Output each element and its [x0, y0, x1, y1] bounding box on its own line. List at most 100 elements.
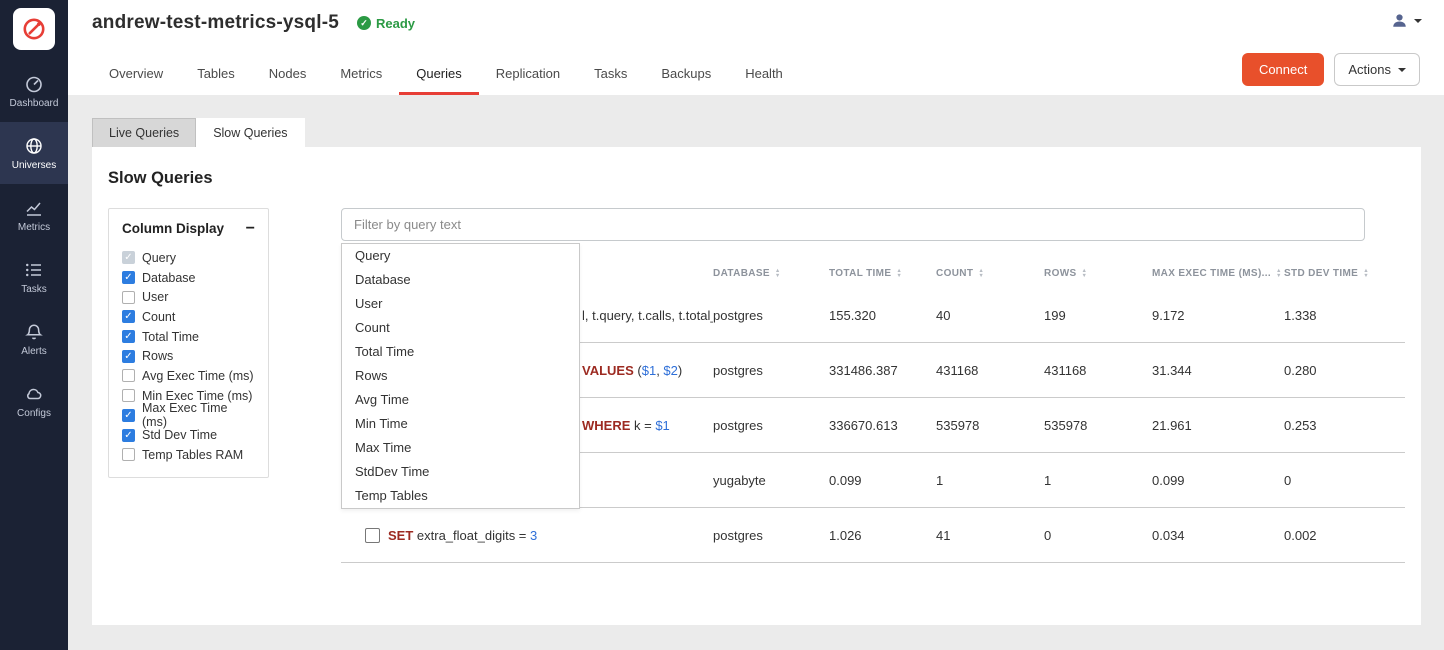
- query-segment: WHERE: [582, 418, 630, 433]
- caret-down-icon: [1414, 19, 1422, 23]
- logo-icon: [21, 16, 47, 42]
- query-segment: ): [678, 363, 682, 378]
- sort-icon: ▲▼: [896, 269, 902, 278]
- query-text: VALUES ($1, $2): [582, 363, 682, 378]
- checkbox[interactable]: [122, 369, 135, 382]
- checkbox[interactable]: [122, 409, 135, 422]
- column-header-label: DATABASE: [713, 268, 770, 279]
- dropdown-item-rows[interactable]: Rows: [342, 364, 579, 388]
- column-display-title: Column Display: [122, 221, 224, 236]
- column-option-temp-tables-ram[interactable]: Temp Tables RAM: [122, 445, 255, 465]
- column-option-database[interactable]: Database: [122, 268, 255, 288]
- query-segment: l, t.query, t.calls, t.total_...: [582, 308, 713, 323]
- sort-icon: ▲▼: [775, 269, 781, 278]
- dropdown-item-avg-time[interactable]: Avg Time: [342, 388, 579, 412]
- sidebar-item-dashboard[interactable]: Dashboard: [0, 60, 68, 122]
- tab-tables[interactable]: Tables: [180, 56, 252, 95]
- sidebar-item-label: Metrics: [18, 222, 50, 233]
- tab-metrics[interactable]: Metrics: [323, 56, 399, 95]
- checkbox[interactable]: [122, 350, 135, 363]
- filter-dropdown: QueryDatabaseUserCountTotal TimeRowsAvg …: [341, 243, 580, 509]
- dropdown-item-max-time[interactable]: Max Time: [342, 436, 579, 460]
- tab-replication[interactable]: Replication: [479, 56, 577, 95]
- column-option-avg-exec-time-ms[interactable]: Avg Exec Time (ms): [122, 366, 255, 386]
- dropdown-item-database[interactable]: Database: [342, 268, 579, 292]
- tab-tasks[interactable]: Tasks: [577, 56, 644, 95]
- dropdown-item-user[interactable]: User: [342, 292, 579, 316]
- checkbox[interactable]: [122, 389, 135, 402]
- column-header-label: ROWS: [1044, 268, 1077, 279]
- tab-health[interactable]: Health: [728, 56, 800, 95]
- column-option-total-time[interactable]: Total Time: [122, 327, 255, 347]
- column-header-std-dev-time[interactable]: STD DEV TIME▲▼: [1284, 268, 1405, 279]
- status-badge: Ready: [357, 16, 415, 31]
- query-filter-input[interactable]: [341, 208, 1365, 241]
- column-option-rows[interactable]: Rows: [122, 346, 255, 366]
- checkbox[interactable]: [122, 271, 135, 284]
- dropdown-item-stddev-time[interactable]: StdDev Time: [342, 460, 579, 484]
- column-option-label: Total Time: [142, 330, 199, 344]
- column-header-total-time[interactable]: TOTAL TIME ▲▼: [829, 268, 936, 279]
- sidebar-item-configs[interactable]: Configs: [0, 370, 68, 432]
- dropdown-item-min-time[interactable]: Min Time: [342, 412, 579, 436]
- slow-queries-panel: Slow Queries Column Display − QueryDatab…: [92, 147, 1421, 625]
- checkbox[interactable]: [122, 448, 135, 461]
- query-tab-slow-queries[interactable]: Slow Queries: [196, 118, 304, 147]
- checkbox[interactable]: [122, 429, 135, 442]
- column-option-count[interactable]: Count: [122, 307, 255, 327]
- query-segment: SET: [388, 528, 413, 543]
- sidebar-item-universes[interactable]: Universes: [0, 122, 68, 184]
- actions-label: Actions: [1348, 62, 1391, 77]
- dropdown-item-query[interactable]: Query: [342, 244, 579, 268]
- sidebar-item-tasks[interactable]: Tasks: [0, 246, 68, 308]
- cell-std-dev-time: 0.253: [1284, 418, 1405, 433]
- tab-overview[interactable]: Overview: [92, 56, 180, 95]
- collapse-button[interactable]: −: [246, 223, 255, 235]
- dropdown-item-count[interactable]: Count: [342, 316, 579, 340]
- cell-max-exec-time: 0.099: [1152, 473, 1284, 488]
- column-header-rows[interactable]: ROWS ▲▼: [1044, 268, 1152, 279]
- sidebar-item-metrics[interactable]: Metrics: [0, 184, 68, 246]
- sidebar-item-alerts[interactable]: Alerts: [0, 308, 68, 370]
- content-area: Live QueriesSlow Queries Slow Queries Co…: [68, 95, 1444, 650]
- column-header-label: TOTAL TIME: [829, 268, 891, 279]
- sidebar: DashboardUniverses Metrics TasksAlertsConf…: [0, 0, 68, 650]
- row-checkbox[interactable]: [365, 528, 380, 543]
- actions-button[interactable]: Actions: [1334, 53, 1420, 86]
- column-option-label: Database: [142, 271, 196, 285]
- column-option-user[interactable]: User: [122, 287, 255, 307]
- cell-total-time: 155.320: [829, 308, 936, 323]
- column-option-label: Max Exec Time (ms): [142, 401, 255, 429]
- sort-icon: ▲▼: [978, 269, 984, 278]
- tab-queries[interactable]: Queries: [399, 56, 479, 95]
- checkbox[interactable]: [122, 310, 135, 323]
- cell-rows: 431168: [1044, 363, 1152, 378]
- column-option-max-exec-time-ms[interactable]: Max Exec Time (ms): [122, 406, 255, 426]
- cell-std-dev-time: 0: [1284, 473, 1405, 488]
- column-header-label: COUNT: [936, 268, 973, 279]
- checkbox[interactable]: [122, 251, 135, 264]
- app-root: DashboardUniversesMetricsTasksAlertsConf…: [0, 0, 1444, 650]
- connect-button[interactable]: Connect: [1242, 53, 1324, 86]
- dropdown-item-temp-tables[interactable]: Temp Tables: [342, 484, 579, 508]
- column-option-label: Avg Exec Time (ms): [142, 369, 254, 383]
- table-row: SET extra_float_digits = 3postgres1.0264…: [341, 508, 1405, 563]
- query-tab-live-queries[interactable]: Live Queries: [92, 118, 196, 147]
- column-header-count[interactable]: COUNT ▲▼: [936, 268, 1044, 279]
- cell-database: postgres: [713, 528, 829, 543]
- tab-backups[interactable]: Backups: [644, 56, 728, 95]
- yugabyte-logo[interactable]: [13, 8, 55, 50]
- column-header-max-exec-time-ms[interactable]: MAX EXEC TIME (MS)...▲▼: [1152, 268, 1284, 279]
- page-title: andrew-test-metrics-ysql-5: [92, 12, 339, 34]
- checkbox[interactable]: [122, 330, 135, 343]
- sort-icon: ▲▼: [1082, 269, 1088, 278]
- title-row: andrew-test-metrics-ysql-5 Ready: [68, 0, 1444, 34]
- checkbox[interactable]: [122, 291, 135, 304]
- user-menu[interactable]: [1391, 12, 1422, 29]
- column-header-database[interactable]: DATABASE ▲▼: [713, 268, 829, 279]
- column-option-label: Std Dev Time: [142, 428, 217, 442]
- dropdown-item-total-time[interactable]: Total Time: [342, 340, 579, 364]
- column-option-query[interactable]: Query: [122, 248, 255, 268]
- cell-max-exec-time: 0.034: [1152, 528, 1284, 543]
- tab-nodes[interactable]: Nodes: [252, 56, 324, 95]
